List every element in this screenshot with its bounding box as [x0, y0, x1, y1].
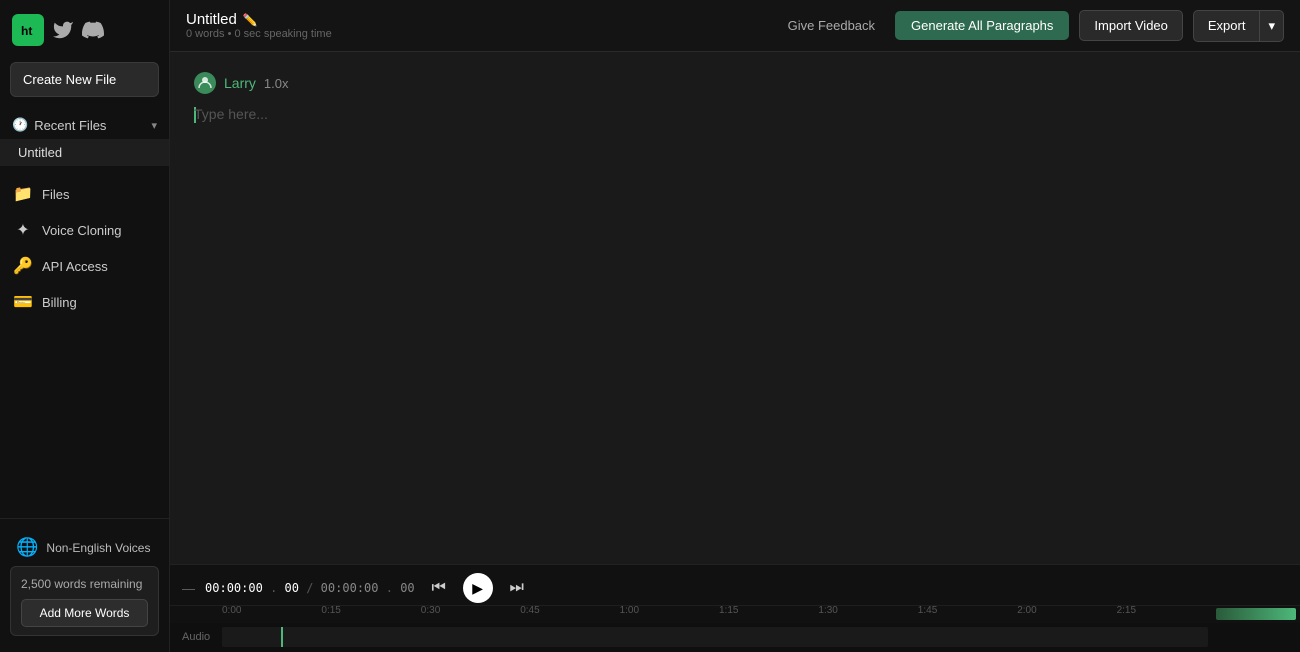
export-group: Export ▾ [1193, 10, 1284, 42]
sidebar-item-voice-cloning-label: Voice Cloning [42, 223, 122, 238]
time-current-h: 00 [205, 581, 219, 595]
file-title: Untitled [186, 11, 237, 28]
feedback-button[interactable]: Give Feedback [778, 12, 885, 39]
ruler-tick: 1:45 [918, 605, 937, 616]
sidebar-item-api-access-label: API Access [42, 259, 108, 274]
twitter-icon[interactable] [52, 19, 74, 41]
player-controls-row: — 00:00:00 . 00 / 00:00:00 . 00 ⏮ ▶ ⏭ [170, 565, 1300, 605]
voice-selector: Larry 1.0x [194, 72, 1276, 94]
main-content: Untitled ✏️ 0 words • 0 sec speaking tim… [170, 0, 1300, 652]
sidebar-item-billing-label: Billing [42, 295, 77, 310]
edit-icon[interactable]: ✏️ [243, 13, 258, 27]
time-total-s: 00 [364, 581, 378, 595]
ruler-tick: 1:00 [620, 605, 639, 616]
time-display: 00:00:00 . 00 / 00:00:00 . 00 [205, 581, 415, 595]
api-access-icon: 🔑 [14, 257, 32, 275]
track-label: Audio [182, 631, 222, 643]
timeline-track-row: Audio [170, 623, 1300, 652]
words-remaining-box: 2,500 words remaining Add More Words [10, 566, 159, 636]
time-current-ms: 00 [285, 581, 299, 595]
skip-forward-button[interactable]: ⏭ [503, 574, 531, 602]
words-remaining-text: 2,500 words remaining [21, 577, 148, 591]
timeline-ruler-ticks: 0:00 0:15 0:30 0:45 1:00 1:15 1:30 1:45 2:00 2:15… [222, 605, 1216, 622]
logo-icon: ht [12, 14, 44, 46]
non-english-voices-label: Non-English Voices [46, 541, 150, 555]
recent-files-section: 🕐 Recent Files ▾ Untitled [0, 107, 169, 170]
editor-placeholder: Type here... [194, 106, 268, 122]
sidebar-item-billing[interactable]: 💳 Billing [0, 284, 169, 320]
editor-area[interactable]: Larry 1.0x Type here... [170, 52, 1300, 564]
clock-icon: 🕐 [12, 117, 28, 133]
playhead-marker [281, 627, 283, 647]
ruler-tick: 2:15 [1117, 605, 1136, 616]
add-words-button[interactable]: Add More Words [21, 599, 148, 627]
time-current-s: 00 [248, 581, 262, 595]
recent-files-label: Recent Files [34, 118, 106, 133]
ruler-tick: 0:45 [520, 605, 539, 616]
play-button[interactable]: ▶ [463, 573, 493, 603]
recent-files-header-left: 🕐 Recent Files [12, 117, 106, 133]
sidebar-item-api-access[interactable]: 🔑 API Access [0, 248, 169, 284]
ruler-tick: 1:15 [719, 605, 738, 616]
voice-avatar [194, 72, 216, 94]
file-title-row: Untitled ✏️ [186, 11, 332, 28]
ruler-tick: 0:15 [321, 605, 340, 616]
timeline-ruler: 0:00 0:15 0:30 0:45 1:00 1:15 1:30 1:45 2:00 2:15… [170, 605, 1300, 623]
sidebar-item-files-label: Files [42, 187, 69, 202]
sidebar-header: ht [0, 0, 169, 56]
player-dash: — [182, 581, 195, 596]
sidebar-item-voice-cloning[interactable]: ✦ Voice Cloning [0, 212, 169, 248]
sidebar: ht Create New File 🕐 Recent Files ▾ Unti… [0, 0, 170, 652]
import-button[interactable]: Import Video [1079, 10, 1182, 41]
ruler-tick: 0:30 [421, 605, 440, 616]
player-bar: — 00:00:00 . 00 / 00:00:00 . 00 ⏮ ▶ ⏭ 0:… [170, 564, 1300, 652]
svg-text:ht: ht [21, 24, 32, 38]
volume-indicator [1216, 608, 1296, 620]
generate-button[interactable]: Generate All Paragraphs [895, 11, 1069, 40]
ruler-tick: 1:30 [818, 605, 837, 616]
file-title-area: Untitled ✏️ 0 words • 0 sec speaking tim… [186, 11, 332, 40]
recent-file-item[interactable]: Untitled [0, 139, 169, 166]
file-meta: 0 words • 0 sec speaking time [186, 28, 332, 40]
sidebar-item-files[interactable]: 📁 Files [0, 176, 169, 212]
track-content[interactable] [222, 627, 1208, 647]
time-total-h: 00 [321, 581, 335, 595]
recent-files-header[interactable]: 🕐 Recent Files ▾ [0, 111, 169, 139]
export-label: Export [1208, 18, 1246, 33]
time-current-m: 00 [227, 581, 241, 595]
discord-icon[interactable] [82, 19, 104, 41]
create-new-button[interactable]: Create New File [10, 62, 159, 97]
export-button[interactable]: Export [1193, 10, 1261, 42]
text-editor[interactable]: Type here... [194, 106, 1276, 306]
voice-name[interactable]: Larry [224, 75, 256, 91]
top-bar: Untitled ✏️ 0 words • 0 sec speaking tim… [170, 0, 1300, 52]
top-bar-actions: Give Feedback Generate All Paragraphs Im… [778, 10, 1284, 42]
billing-icon: 💳 [14, 293, 32, 311]
time-total-ms: 00 [400, 581, 414, 595]
files-icon: 📁 [14, 185, 32, 203]
sidebar-bottom: 🌐 Non-English Voices 2,500 words remaini… [0, 518, 169, 652]
non-english-icon: 🌐 [16, 537, 38, 558]
voice-cloning-icon: ✦ [14, 221, 32, 239]
ruler-tick: 2:00 [1017, 605, 1036, 616]
export-chevron-icon: ▾ [1268, 18, 1275, 33]
speed-selector[interactable]: 1.0x [264, 76, 289, 91]
ruler-tick: 0:00 [222, 605, 241, 616]
nav-items: 📁 Files ✦ Voice Cloning 🔑 API Access 💳 B… [0, 170, 169, 518]
social-icons [52, 19, 104, 41]
chevron-down-icon: ▾ [151, 119, 157, 132]
time-total-m: 00 [342, 581, 356, 595]
non-english-voices-button[interactable]: 🌐 Non-English Voices [10, 529, 159, 566]
skip-back-button[interactable]: ⏮ [425, 574, 453, 602]
export-dropdown-button[interactable]: ▾ [1260, 10, 1284, 42]
